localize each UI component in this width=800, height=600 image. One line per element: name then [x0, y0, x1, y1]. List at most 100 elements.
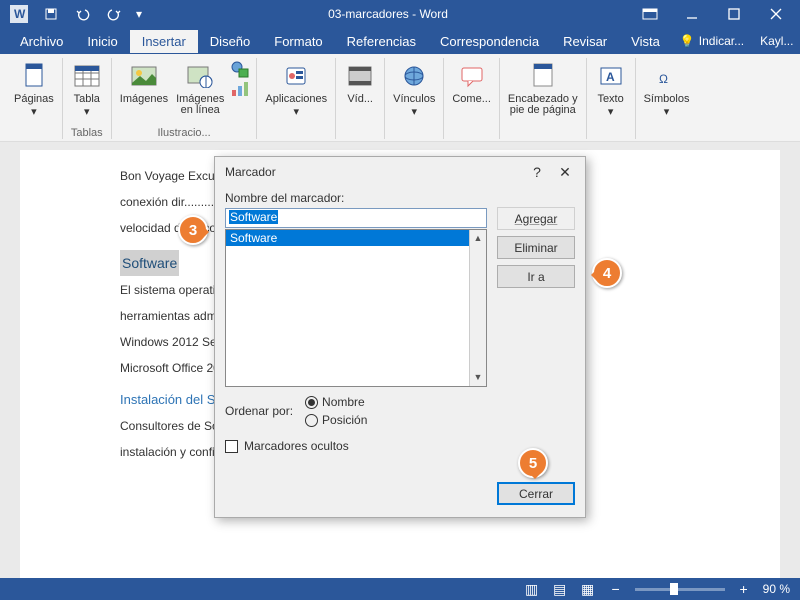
tab-diseno[interactable]: Diseño: [198, 30, 262, 53]
simbolos-button[interactable]: ΩSímbolos▾: [642, 58, 692, 120]
chart-icon[interactable]: [230, 80, 250, 98]
table-icon: [71, 60, 103, 92]
radio-on-icon: [305, 396, 318, 409]
tab-insertar[interactable]: Insertar: [130, 30, 198, 53]
imagenes-label: Imágenes: [120, 94, 168, 105]
close-icon[interactable]: [756, 2, 796, 26]
sort-nombre-radio[interactable]: Nombre: [305, 395, 367, 409]
paginas-label: Páginas: [14, 94, 54, 105]
zoom-out-icon[interactable]: −: [607, 580, 625, 598]
texto-button[interactable]: ATexto▾: [593, 58, 629, 120]
sort-posicion-radio[interactable]: Posición: [305, 413, 367, 427]
print-layout-icon[interactable]: ▤: [551, 580, 569, 598]
ribbon-options-icon[interactable]: [630, 2, 670, 26]
zoom-level[interactable]: 90 %: [763, 582, 790, 596]
header-icon: [527, 60, 559, 92]
checkbox-icon: [225, 440, 238, 453]
shapes-icon[interactable]: [230, 60, 250, 78]
paginas-button[interactable]: Páginas▾: [12, 58, 56, 120]
link-icon: [398, 60, 430, 92]
help-icon[interactable]: ?: [523, 164, 551, 180]
document-title: 03-marcadores - Word: [146, 7, 630, 21]
bookmark-list[interactable]: Software ▲▼: [225, 229, 487, 387]
comentarios-label: Come...: [452, 94, 491, 105]
tab-formato[interactable]: Formato: [262, 30, 334, 53]
vinculos-label: Vínculos: [393, 94, 435, 105]
ir-a-button[interactable]: Ir a: [497, 265, 575, 288]
cerrar-label: Cerrar: [519, 487, 553, 501]
agregar-button: Agregar: [497, 207, 575, 230]
svg-text:W: W: [14, 7, 26, 21]
bookmark-name-input[interactable]: Software: [225, 208, 487, 228]
user-name[interactable]: Kayl...: [752, 30, 800, 52]
svg-text:A: A: [606, 70, 615, 84]
cerrar-button[interactable]: Cerrar: [497, 482, 575, 505]
aplicaciones-label: Aplicaciones: [265, 94, 327, 105]
scroll-up-icon[interactable]: ▲: [470, 230, 486, 247]
tab-referencias[interactable]: Referencias: [335, 30, 428, 53]
callout-3: 3: [178, 215, 208, 245]
pictures-icon: [128, 60, 160, 92]
undo-icon[interactable]: [68, 2, 98, 26]
comment-icon: [456, 60, 488, 92]
sort-label: Ordenar por:: [225, 404, 293, 418]
ribbon: Páginas▾ Tabla▾ Tablas Imágenes Imágenes…: [0, 54, 800, 142]
read-mode-icon[interactable]: ▥: [523, 580, 541, 598]
tell-me[interactable]: 💡Indicar...: [672, 30, 752, 52]
tab-inicio[interactable]: Inicio: [75, 30, 129, 53]
imagenes-linea-label: Imágenes en línea: [176, 94, 224, 116]
minimize-icon[interactable]: [672, 2, 712, 26]
slider-thumb[interactable]: [670, 583, 678, 595]
aplicaciones-button[interactable]: Aplicaciones▾: [263, 58, 329, 120]
video-button[interactable]: Víd...: [342, 58, 378, 107]
scroll-down-icon[interactable]: ▼: [470, 369, 486, 386]
page-icon: [18, 60, 50, 92]
close-icon[interactable]: ✕: [551, 164, 579, 181]
omega-icon: Ω: [651, 60, 683, 92]
tab-archivo[interactable]: Archivo: [8, 30, 75, 53]
scrollbar[interactable]: ▲▼: [469, 230, 486, 386]
tell-me-label: Indicar...: [699, 34, 744, 48]
svg-text:Ω: Ω: [659, 72, 668, 86]
callout-5: 5: [518, 448, 548, 478]
redo-icon[interactable]: [100, 2, 130, 26]
tabla-label: Tabla: [74, 94, 100, 105]
simbolos-label: Símbolos: [644, 94, 690, 105]
list-item[interactable]: Software: [226, 230, 486, 246]
zoom-in-icon[interactable]: +: [735, 580, 753, 598]
callout-4: 4: [592, 258, 622, 288]
doc-heading: Software: [120, 250, 179, 276]
vinculos-button[interactable]: Vínculos▾: [391, 58, 437, 120]
sort-posicion-label: Posición: [322, 413, 367, 427]
sort-nombre-label: Nombre: [322, 395, 365, 409]
title-bar: W ▾ 03-marcadores - Word: [0, 0, 800, 28]
tab-revisar[interactable]: Revisar: [551, 30, 619, 53]
imagenes-button[interactable]: Imágenes: [118, 58, 170, 118]
encabezado-label: Encabezado y pie de página: [508, 94, 578, 116]
eliminar-button[interactable]: Eliminar: [497, 236, 575, 259]
comentarios-button[interactable]: Come...: [450, 58, 493, 107]
tab-vista[interactable]: Vista: [619, 30, 672, 53]
hidden-label: Marcadores ocultos: [244, 439, 349, 453]
qat-dropdown-icon[interactable]: ▾: [132, 2, 146, 26]
group-ilustr-label: Ilustracio...: [157, 127, 210, 139]
dialog-title-bar[interactable]: Marcador ? ✕: [215, 157, 585, 187]
agregar-label: Agregar: [515, 212, 558, 226]
tab-correspondencia[interactable]: Correspondencia: [428, 30, 551, 53]
encabezado-button[interactable]: Encabezado y pie de página: [506, 58, 580, 118]
tabla-button[interactable]: Tabla▾: [69, 58, 105, 120]
radio-off-icon: [305, 414, 318, 427]
web-layout-icon[interactable]: ▦: [579, 580, 597, 598]
ir-a-label: Ir a: [527, 270, 544, 284]
imagenes-en-linea-button[interactable]: Imágenes en línea: [174, 58, 226, 118]
save-icon[interactable]: [36, 2, 66, 26]
zoom-slider[interactable]: [635, 588, 725, 591]
status-bar: ▥ ▤ ▦ − + 90 %: [0, 578, 800, 600]
menu-bar: Archivo Inicio Insertar Diseño Formato R…: [0, 28, 800, 54]
film-icon: [344, 60, 376, 92]
dialog-title: Marcador: [225, 165, 523, 179]
maximize-icon[interactable]: [714, 2, 754, 26]
online-pictures-icon: [184, 60, 216, 92]
eliminar-label: Eliminar: [514, 241, 557, 255]
textbox-icon: A: [595, 60, 627, 92]
